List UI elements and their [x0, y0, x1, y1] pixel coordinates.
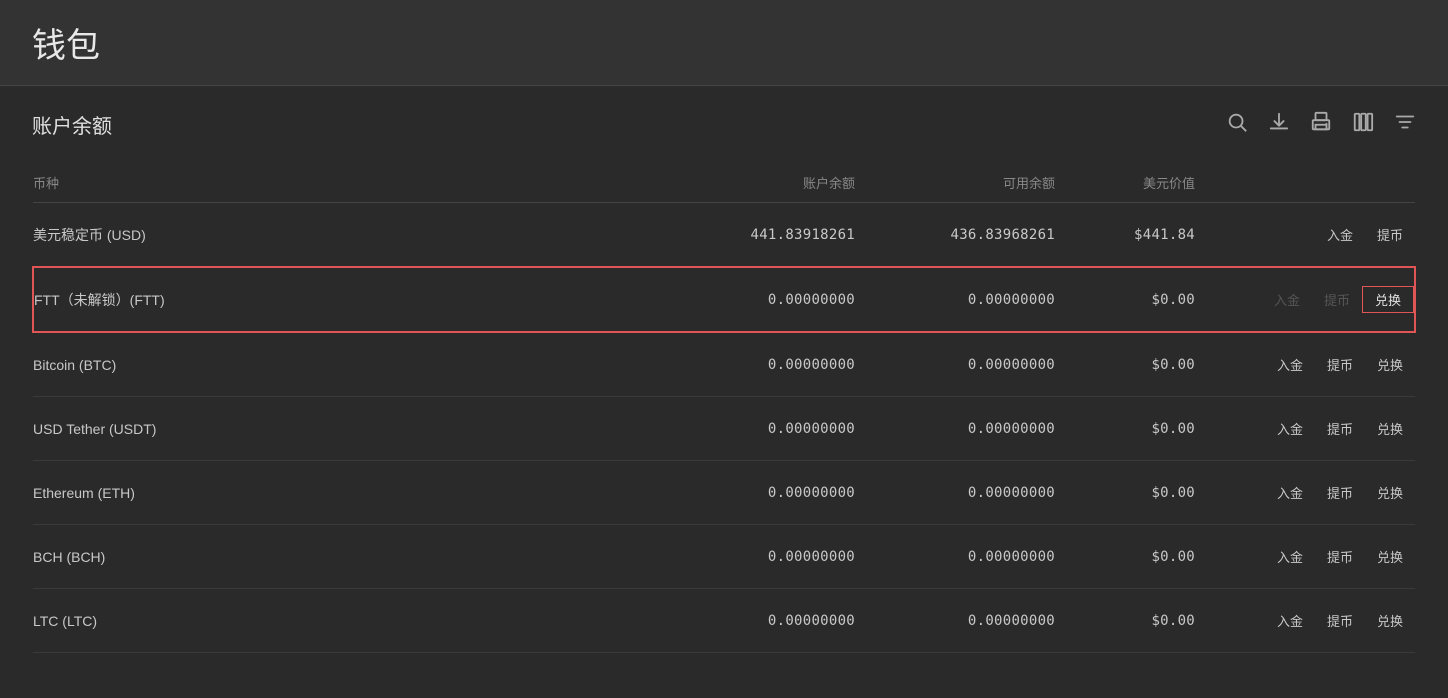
page-title: 钱包	[32, 18, 1416, 67]
cell-available-ltc: 0.00000000	[855, 589, 1055, 653]
table-row: Bitcoin (BTC)0.000000000.00000000$0.00入金…	[33, 332, 1415, 397]
withdraw-button-usdt[interactable]: 提币	[1315, 415, 1365, 442]
cell-available-bch: 0.00000000	[855, 525, 1055, 589]
table-row: BCH (BCH)0.000000000.00000000$0.00入金提币兑换	[33, 525, 1415, 589]
cell-actions-usd-stablecoin: 入金提币	[1195, 203, 1415, 268]
cell-available-btc: 0.00000000	[855, 332, 1055, 397]
cell-currency-bch: BCH (BCH)	[33, 525, 655, 589]
cell-balance-usdt: 0.00000000	[655, 397, 855, 461]
search-icon[interactable]	[1226, 111, 1248, 139]
cell-currency-eth: Ethereum (ETH)	[33, 461, 655, 525]
download-icon[interactable]	[1268, 111, 1290, 139]
cell-actions-ltc: 入金提币兑换	[1195, 589, 1415, 653]
deposit-button-eth[interactable]: 入金	[1265, 479, 1315, 506]
col-header-currency: 币种	[33, 163, 655, 203]
table-row: FTT（未解锁）(FTT)0.000000000.00000000$0.00入金…	[33, 267, 1415, 332]
withdraw-button-eth[interactable]: 提币	[1315, 479, 1365, 506]
cell-currency-ltc: LTC (LTC)	[33, 589, 655, 653]
deposit-button-usd-stablecoin[interactable]: 入金	[1315, 221, 1365, 248]
cell-currency-usdt: USD Tether (USDT)	[33, 397, 655, 461]
cell-balance-usd-stablecoin: 441.83918261	[655, 203, 855, 268]
cell-usd-ltc: $0.00	[1055, 589, 1195, 653]
cell-balance-eth: 0.00000000	[655, 461, 855, 525]
deposit-button-ftt: 入金	[1262, 286, 1312, 313]
cell-currency-btc: Bitcoin (BTC)	[33, 332, 655, 397]
exchange-button-btc[interactable]: 兑换	[1365, 351, 1415, 378]
cell-currency-usd-stablecoin: 美元稳定币 (USD)	[33, 203, 655, 268]
cell-actions-ftt: 入金提币兑换	[1195, 267, 1415, 332]
cell-usd-usdt: $0.00	[1055, 397, 1195, 461]
cell-actions-bch: 入金提币兑换	[1195, 525, 1415, 589]
cell-balance-ftt: 0.00000000	[655, 267, 855, 332]
cell-usd-usd-stablecoin: $441.84	[1055, 203, 1195, 268]
deposit-button-btc[interactable]: 入金	[1265, 351, 1315, 378]
balance-table: 币种 账户余额 可用余额 美元价值 美元稳定币 (USD)441.8391826…	[32, 163, 1416, 653]
col-header-available: 可用余额	[855, 163, 1055, 203]
print-icon[interactable]	[1310, 111, 1332, 139]
table-row: USD Tether (USDT)0.000000000.00000000$0.…	[33, 397, 1415, 461]
withdraw-button-btc[interactable]: 提币	[1315, 351, 1365, 378]
cell-usd-bch: $0.00	[1055, 525, 1195, 589]
withdraw-button-usd-stablecoin[interactable]: 提币	[1365, 221, 1415, 248]
cell-actions-btc: 入金提币兑换	[1195, 332, 1415, 397]
cell-available-ftt: 0.00000000	[855, 267, 1055, 332]
page-header: 钱包	[0, 0, 1448, 86]
exchange-button-bch[interactable]: 兑换	[1365, 543, 1415, 570]
toolbar-icons	[1226, 111, 1416, 139]
section-header: 账户余额	[32, 110, 1416, 139]
deposit-button-bch[interactable]: 入金	[1265, 543, 1315, 570]
withdraw-button-bch[interactable]: 提币	[1315, 543, 1365, 570]
col-header-actions	[1195, 163, 1415, 203]
cell-balance-bch: 0.00000000	[655, 525, 855, 589]
col-header-usd: 美元价值	[1055, 163, 1195, 203]
filter-icon[interactable]	[1394, 111, 1416, 139]
withdraw-button-ftt: 提币	[1312, 286, 1362, 313]
cell-available-usdt: 0.00000000	[855, 397, 1055, 461]
cell-available-eth: 0.00000000	[855, 461, 1055, 525]
columns-icon[interactable]	[1352, 111, 1374, 139]
withdraw-button-ltc[interactable]: 提币	[1315, 607, 1365, 634]
table-header-row: 币种 账户余额 可用余额 美元价值	[33, 163, 1415, 203]
cell-currency-ftt: FTT（未解锁）(FTT)	[33, 267, 655, 332]
table-row: 美元稳定币 (USD)441.83918261436.83968261$441.…	[33, 203, 1415, 268]
exchange-button-ftt[interactable]: 兑换	[1362, 286, 1414, 313]
cell-usd-eth: $0.00	[1055, 461, 1195, 525]
exchange-button-ltc[interactable]: 兑换	[1365, 607, 1415, 634]
table-row: LTC (LTC)0.000000000.00000000$0.00入金提币兑换	[33, 589, 1415, 653]
cell-usd-ftt: $0.00	[1055, 267, 1195, 332]
col-header-balance: 账户余额	[655, 163, 855, 203]
cell-actions-usdt: 入金提币兑换	[1195, 397, 1415, 461]
deposit-button-ltc[interactable]: 入金	[1265, 607, 1315, 634]
cell-available-usd-stablecoin: 436.83968261	[855, 203, 1055, 268]
cell-actions-eth: 入金提币兑换	[1195, 461, 1415, 525]
cell-balance-btc: 0.00000000	[655, 332, 855, 397]
exchange-button-usdt[interactable]: 兑换	[1365, 415, 1415, 442]
exchange-button-eth[interactable]: 兑换	[1365, 479, 1415, 506]
section-title: 账户余额	[32, 110, 112, 139]
main-content: 账户余额	[0, 86, 1448, 677]
cell-balance-ltc: 0.00000000	[655, 589, 855, 653]
cell-usd-btc: $0.00	[1055, 332, 1195, 397]
deposit-button-usdt[interactable]: 入金	[1265, 415, 1315, 442]
table-row: Ethereum (ETH)0.000000000.00000000$0.00入…	[33, 461, 1415, 525]
